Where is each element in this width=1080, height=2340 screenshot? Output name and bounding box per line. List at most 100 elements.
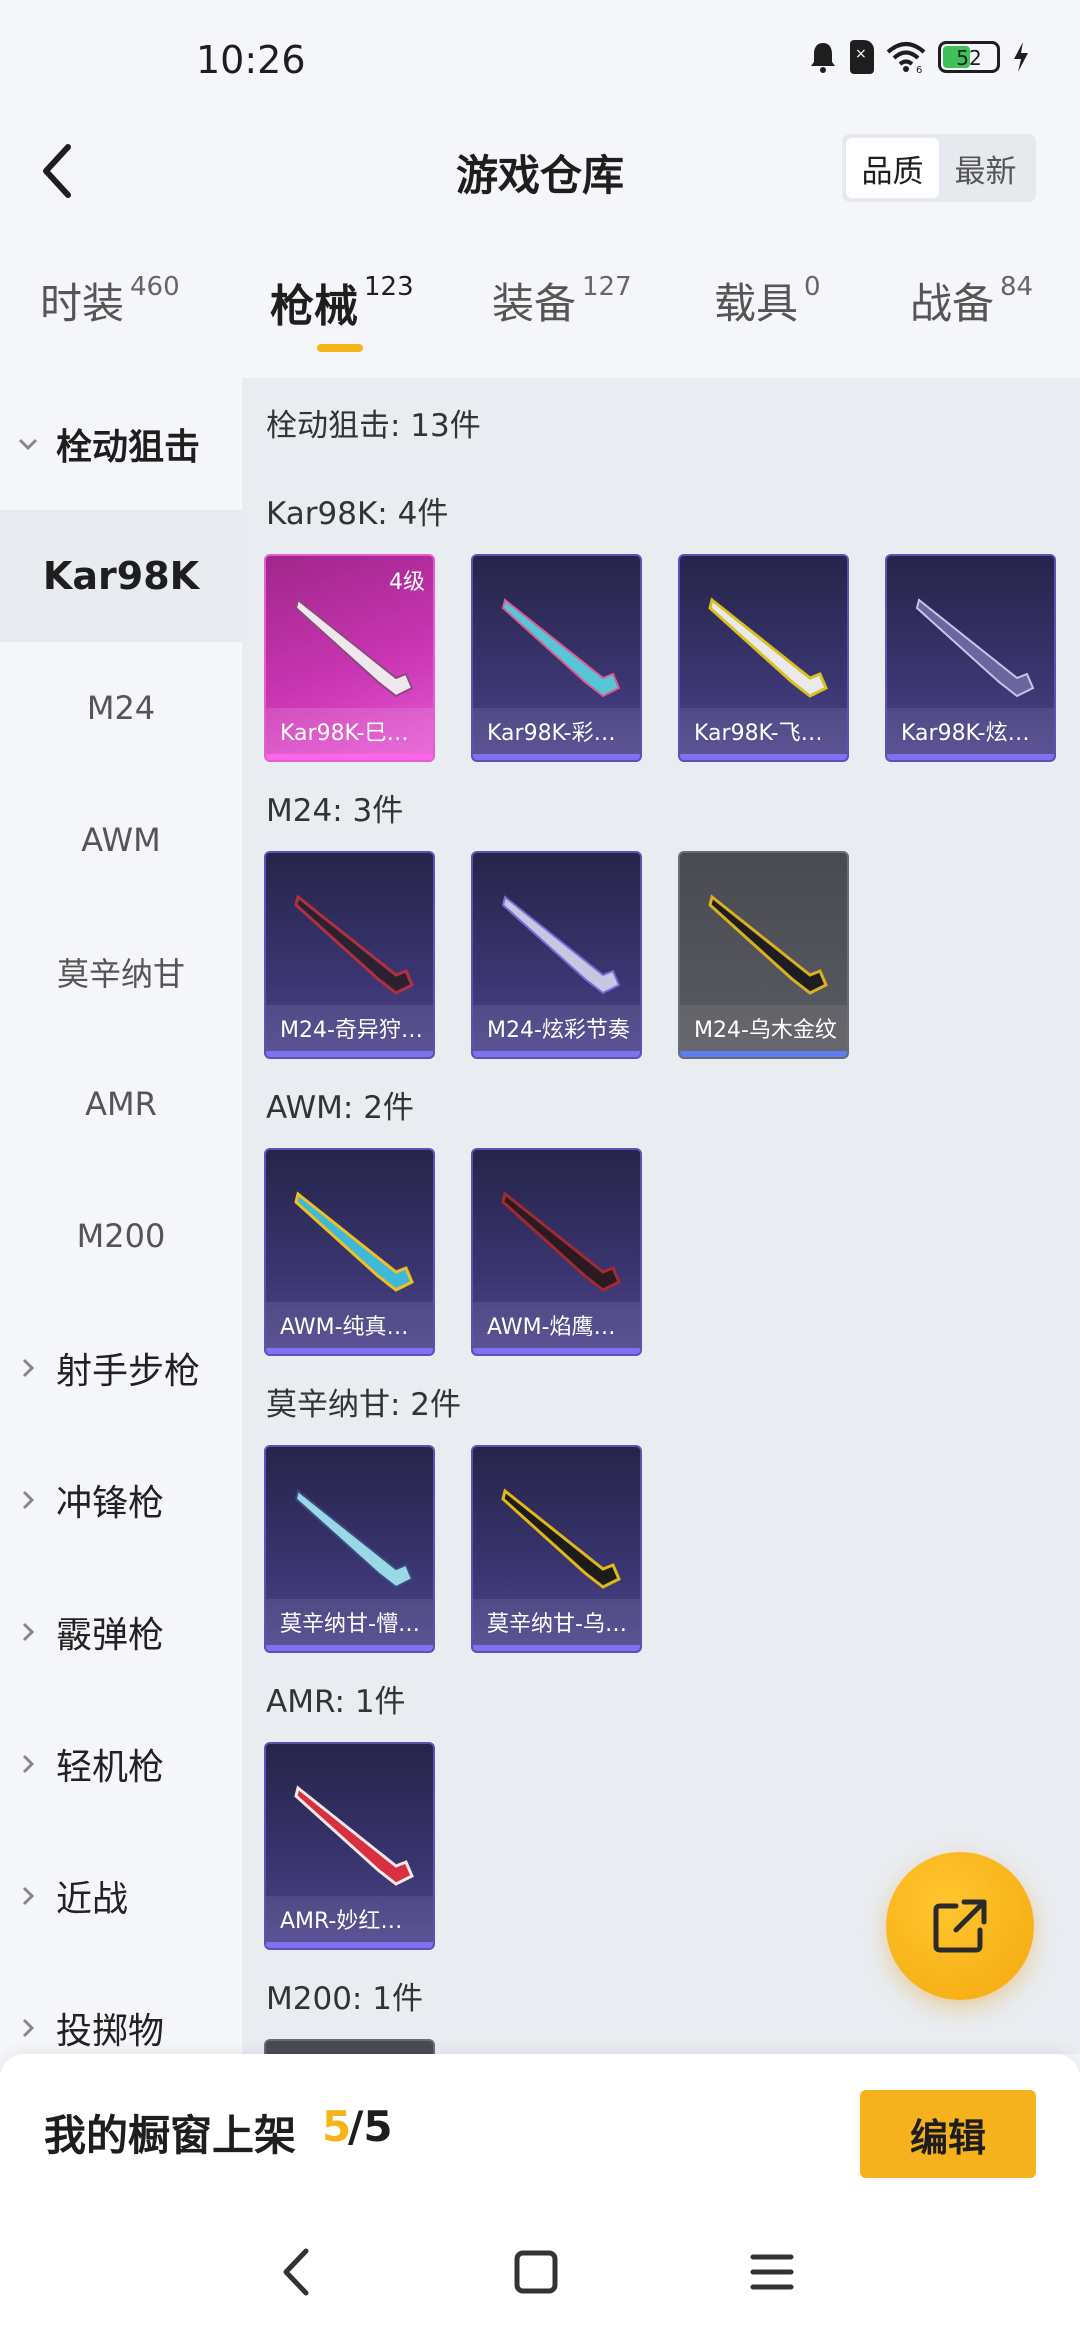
tab-label: 枪械 — [270, 281, 358, 332]
charging-icon — [1014, 42, 1028, 72]
tab-fashion[interactable]: 时装 460 — [40, 270, 180, 331]
sidebar-group-melee[interactable]: 近战 — [0, 1830, 242, 1962]
title-bar: 游戏仓库 品质 最新 — [0, 120, 1080, 220]
system-nav-bar — [0, 2204, 1080, 2340]
tab-count: 0 — [804, 272, 821, 302]
showcase-used-count: 5 — [322, 2102, 352, 2151]
share-button[interactable] — [886, 1852, 1034, 2000]
tab-label: 装备 — [492, 279, 577, 328]
showcase-bar: 我的橱窗上架 5 /5 编辑 — [0, 2054, 1080, 2204]
sidebar-item-mosin[interactable]: 莫辛纳甘 — [0, 906, 242, 1038]
item-name: Kar98K-炫… — [887, 708, 1054, 754]
battery-icon: 52 — [938, 41, 1000, 73]
item-card[interactable]: Kar98K-炫… — [885, 554, 1056, 762]
nav-home-icon — [514, 2250, 558, 2294]
sidebar-group-marksman[interactable]: 射手步枪 — [0, 1302, 242, 1434]
rifle-icon — [708, 894, 828, 995]
item-card[interactable]: M24-炫彩节奏 — [471, 851, 642, 1059]
sidebar-group-label: 霰弹枪 — [56, 1615, 165, 1656]
sort-newest-button[interactable]: 最新 — [939, 138, 1032, 198]
sort-quality-button[interactable]: 品质 — [846, 138, 939, 198]
battery-level: 52 — [956, 46, 982, 70]
tab-equipment[interactable]: 装备 127 — [492, 270, 632, 331]
item-name: Kar98K-飞… — [680, 708, 847, 754]
tab-label: 时装 — [40, 279, 125, 328]
sidebar-group-bolt-action[interactable]: 栓动狙击 — [0, 378, 242, 510]
showcase-total-count: /5 — [348, 2102, 393, 2151]
sidebar-group-label: 近战 — [56, 1879, 129, 1920]
item-card[interactable] — [264, 2039, 435, 2054]
item-name: AWM-纯真… — [266, 1302, 433, 1348]
item-card[interactable]: M24-乌木金纹 — [678, 851, 849, 1059]
item-card[interactable]: 莫辛纳甘-乌… — [471, 1445, 642, 1653]
nav-back-button[interactable] — [266, 2240, 330, 2304]
item-name: 莫辛纳甘-乌… — [473, 1599, 640, 1645]
nav-back-icon — [283, 2248, 309, 2296]
rifle-icon — [501, 1488, 621, 1589]
section-title: M200: 1件 — [266, 1981, 423, 2017]
sidebar-group-label: 投掷物 — [56, 2011, 165, 2052]
item-name: Kar98K-彩… — [473, 708, 640, 754]
status-bar: 10:26 6 52 — [0, 0, 1080, 120]
chevron-right-icon — [0, 1753, 56, 1775]
sidebar-group-throwable[interactable]: 投掷物 — [0, 1962, 242, 2054]
tab-vehicles[interactable]: 载具 0 — [714, 270, 821, 331]
tab-supplies[interactable]: 战备 84 — [910, 270, 1033, 331]
category-tabs: 时装 460 枪械 123 装备 127 载具 0 战备 84 — [0, 270, 1080, 370]
notification-bell-icon — [811, 43, 835, 73]
sidebar-item-m200[interactable]: M200 — [0, 1170, 242, 1302]
chevron-down-icon — [0, 437, 56, 451]
chevron-right-icon — [0, 1621, 56, 1643]
item-name: 莫辛纳甘-懵… — [266, 1599, 433, 1645]
item-name: AWM-焰鹰… — [473, 1302, 640, 1348]
sort-toggle: 品质 最新 — [842, 134, 1036, 202]
rifle-icon — [501, 1191, 621, 1292]
rifle-icon — [294, 1489, 414, 1589]
item-card[interactable]: 莫辛纳甘-懵… — [264, 1445, 435, 1653]
rifle-icon — [708, 597, 828, 698]
sim-card-icon — [850, 40, 874, 74]
item-card[interactable]: Kar98K-飞… — [678, 554, 849, 762]
sidebar-item-amr[interactable]: AMR — [0, 1038, 242, 1170]
edit-button[interactable]: 编辑 — [860, 2090, 1036, 2178]
item-level-badge: 4级 — [389, 570, 425, 595]
item-card[interactable]: AWM-焰鹰… — [471, 1148, 642, 1356]
section-title: M24: 3件 — [266, 793, 404, 829]
rifle-icon — [501, 598, 621, 698]
rifle-icon — [294, 894, 414, 995]
share-external-icon — [933, 1899, 987, 1953]
nav-menu-button[interactable] — [740, 2240, 804, 2304]
sidebar-group-lmg[interactable]: 轻机枪 — [0, 1698, 242, 1830]
item-name: AMR-妙红… — [266, 1896, 433, 1942]
rifle-icon — [915, 598, 1035, 698]
sidebar-item-m24[interactable]: M24 — [0, 642, 242, 774]
item-card[interactable]: M24-奇异狩… — [264, 851, 435, 1059]
section-title: AWM: 2件 — [266, 1090, 414, 1126]
sidebar-group-smg[interactable]: 冲锋枪 — [0, 1434, 242, 1566]
chevron-right-icon — [0, 1489, 56, 1511]
rifle-icon — [294, 598, 414, 698]
item-card[interactable]: Kar98K-彩… — [471, 554, 642, 762]
sidebar-group-label: 射手步枪 — [56, 1351, 201, 1392]
item-name: M24-奇异狩… — [266, 1005, 433, 1051]
showcase-label: 我的橱窗上架 — [44, 2111, 297, 2160]
active-tab-indicator — [317, 344, 363, 352]
status-icons: 6 52 — [808, 40, 1030, 74]
tab-count: 84 — [1000, 272, 1034, 302]
sidebar-item-awm[interactable]: AWM — [0, 774, 242, 906]
item-card[interactable]: AWM-纯真… — [264, 1148, 435, 1356]
item-name: M24-炫彩节奏 — [473, 1005, 640, 1051]
tab-guns[interactable]: 枪械 123 — [270, 270, 414, 334]
sidebar-group-shotgun[interactable]: 霰弹枪 — [0, 1566, 242, 1698]
sidebar-group-label: 冲锋枪 — [56, 1483, 165, 1524]
section-title: AMR: 1件 — [266, 1684, 406, 1720]
item-card[interactable]: 4级 Kar98K-巳… — [264, 554, 435, 762]
rifle-icon — [501, 895, 621, 995]
tab-count: 127 — [582, 272, 632, 302]
nav-home-button[interactable] — [504, 2240, 568, 2304]
wifi-icon: 6 — [886, 42, 926, 74]
item-card[interactable]: AMR-妙红… — [264, 1742, 435, 1950]
tab-label: 战备 — [910, 279, 995, 328]
nav-menu-icon — [750, 2254, 794, 2290]
sidebar-item-kar98k[interactable]: Kar98K — [0, 510, 242, 642]
